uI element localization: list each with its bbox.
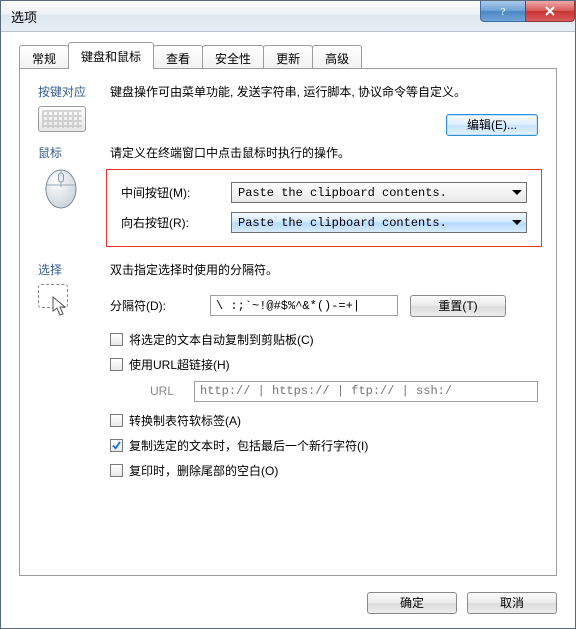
middle-button-label: 中间按钮(M):	[121, 184, 231, 201]
section-mouse: 鼠标 请定义在终端窗口中点击鼠标时执行的操作。 中间按钮(M): Paste t…	[38, 144, 538, 253]
chevron-down-icon	[512, 190, 522, 195]
dialog-buttons: 确定 取消	[367, 592, 557, 614]
help-button[interactable]: ?	[480, 1, 526, 22]
chevron-down-icon	[512, 220, 522, 225]
right-button-value: Paste the clipboard contents.	[238, 216, 447, 230]
help-icon: ?	[497, 5, 509, 17]
edit-keymap-button[interactable]: 编辑(E)...	[446, 114, 538, 136]
checkbox-copy-newline-label: 复制选定的文本时，包括最后一个新行字符(I)	[129, 437, 368, 454]
mouse-icon	[38, 167, 84, 209]
selection-icon	[38, 284, 78, 318]
middle-button-dropdown[interactable]: Paste the clipboard contents.	[231, 182, 527, 203]
url-input[interactable]	[194, 381, 538, 402]
tab-panel: 按键对应 键盘操作可由菜单功能, 发送字符串, 运行脚本, 协议命令等自定义。 …	[19, 68, 557, 576]
tab-view[interactable]: 查看	[153, 45, 203, 70]
tab-keyboard-mouse[interactable]: 键盘和鼠标	[68, 42, 154, 69]
section-keymap: 按键对应 键盘操作可由菜单功能, 发送字符串, 运行脚本, 协议命令等自定义。 …	[38, 83, 538, 136]
checkbox-trim-trailing-label: 复印时，删除尾部的空白(O)	[129, 462, 278, 479]
checkbox-url-label: 使用URL超链接(H)	[129, 356, 230, 373]
mouse-highlight-box: 中间按钮(M): Paste the clipboard contents. 向…	[106, 169, 542, 247]
right-button-label: 向右按钮(R):	[121, 214, 231, 231]
cancel-button[interactable]: 取消	[467, 592, 557, 614]
svg-text:?: ?	[501, 6, 506, 17]
cursor-icon	[52, 296, 70, 318]
window-title: 选项	[11, 7, 37, 26]
url-label: URL	[150, 384, 174, 398]
section-selection: 选择 双击指定选择时使用的分隔符。 分隔符(D): 重置(T) 将选定的文本自动…	[38, 261, 538, 486]
ok-button[interactable]: 确定	[367, 592, 457, 614]
tab-advanced[interactable]: 高级	[312, 45, 362, 70]
mouse-desc: 请定义在终端窗口中点击鼠标时执行的操作。	[110, 144, 538, 163]
keymap-desc: 键盘操作可由菜单功能, 发送字符串, 运行脚本, 协议命令等自定义。	[110, 83, 538, 102]
options-dialog: 选项 ? 常规 键盘和鼠标 查看 安全性 更新 高级 按键对应 键盘操作可由菜单…	[0, 0, 576, 629]
tab-strip: 常规 键盘和鼠标 查看 安全性 更新 高级	[19, 45, 361, 69]
checkbox-trim-trailing[interactable]	[110, 464, 123, 477]
checkbox-softtab-label: 转换制表符软标签(A)	[129, 412, 241, 429]
checkbox-softtab[interactable]	[110, 414, 123, 427]
section-title-keymap: 按键对应	[38, 83, 110, 100]
close-button[interactable]	[525, 1, 575, 22]
checkbox-autocopy-label: 将选定的文本自动复制到剪贴板(C)	[129, 331, 314, 348]
right-button-dropdown[interactable]: Paste the clipboard contents.	[231, 212, 527, 233]
close-icon	[544, 5, 556, 17]
section-title-selection: 选择	[38, 261, 110, 278]
title-buttons: ?	[481, 1, 575, 22]
tab-general[interactable]: 常规	[19, 45, 69, 70]
delimiter-label: 分隔符(D):	[110, 297, 210, 314]
title-bar: 选项 ?	[1, 1, 575, 32]
keyboard-icon	[38, 106, 86, 132]
tab-update[interactable]: 更新	[263, 45, 313, 70]
checkbox-copy-newline[interactable]	[110, 439, 123, 452]
middle-button-value: Paste the clipboard contents.	[238, 186, 447, 200]
delimiter-input[interactable]	[210, 295, 398, 316]
selection-desc: 双击指定选择时使用的分隔符。	[110, 261, 538, 280]
tab-security[interactable]: 安全性	[202, 45, 264, 70]
checkbox-autocopy[interactable]	[110, 333, 123, 346]
reset-button[interactable]: 重置(T)	[410, 295, 506, 317]
section-title-mouse: 鼠标	[38, 144, 110, 161]
checkbox-url[interactable]	[110, 358, 123, 371]
